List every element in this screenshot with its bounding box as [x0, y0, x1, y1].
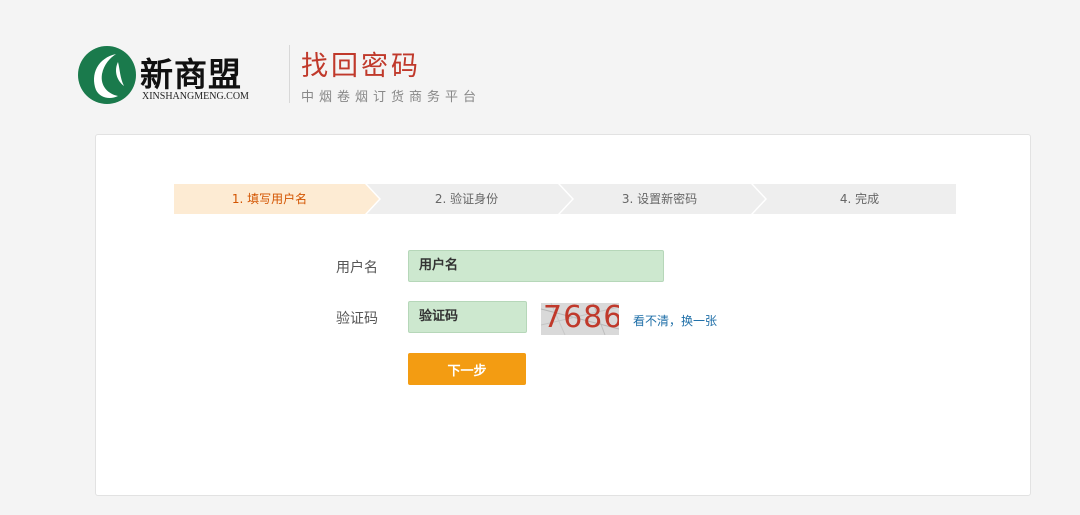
progress-steps: 1. 填写用户名 2. 验证身份 3. 设置新密码 4. 完成: [174, 184, 956, 214]
page-title: 找回密码: [301, 51, 421, 82]
step-label: 1. 填写用户名: [231, 192, 308, 206]
step-label: 3. 设置新密码: [621, 192, 698, 206]
username-label: 用户名: [336, 260, 378, 276]
refresh-captcha-link[interactable]: 看不清，换一张: [633, 312, 717, 329]
page-subtitle: 中烟卷烟订货商务平台: [301, 90, 482, 105]
logo-domain: XINSHANGMENG.COM: [142, 91, 249, 102]
captcha-image[interactable]: 7686: [541, 303, 619, 335]
header-divider: [289, 45, 290, 103]
next-step-button[interactable]: 下一步: [408, 353, 526, 385]
step-4: 4. 完成: [753, 184, 956, 214]
captcha-code: 7686: [543, 303, 619, 335]
step-label: 2. 验证身份: [434, 192, 499, 206]
leaf-logo-icon: [78, 46, 136, 104]
username-input[interactable]: 用户名: [408, 250, 664, 282]
step-label: 4. 完成: [839, 192, 880, 206]
captcha-input[interactable]: 验证码: [408, 301, 527, 333]
step-1: 1. 填写用户名: [174, 184, 379, 214]
step-2: 2. 验证身份: [367, 184, 572, 214]
header: 新商盟 XINSHANGMENG.COM 找回密码 中烟卷烟订货商务平台: [0, 0, 1080, 130]
logo-name: 新商盟: [140, 55, 242, 94]
step-3: 3. 设置新密码: [560, 184, 765, 214]
recovery-panel: 1. 填写用户名 2. 验证身份 3. 设置新密码 4. 完成 用户名 用户名 …: [95, 134, 1031, 496]
captcha-label: 验证码: [336, 311, 378, 327]
site-logo[interactable]: 新商盟 XINSHANGMENG.COM: [78, 42, 258, 110]
